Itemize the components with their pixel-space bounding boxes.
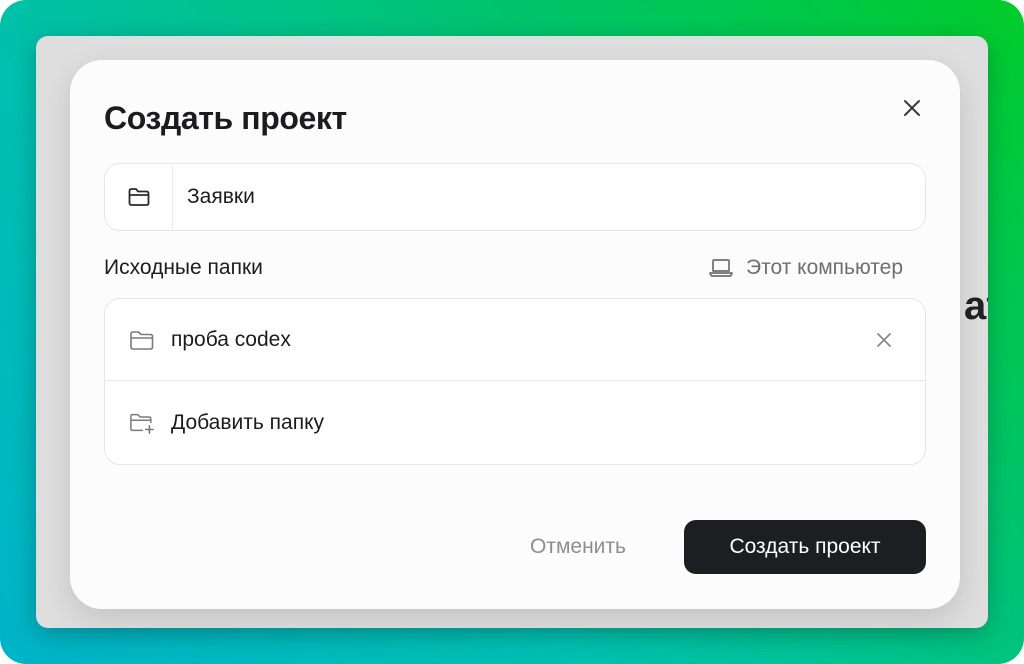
folder-plus-icon <box>130 413 154 435</box>
remove-folder-button[interactable] <box>871 327 897 353</box>
project-name-input[interactable] <box>187 185 887 209</box>
create-project-dialog: Создать проект Исходные папки Этот компь… <box>70 60 960 609</box>
folder-icon-wrap <box>129 329 155 351</box>
folder-icon <box>130 330 154 350</box>
source-folders-list: проба codex Добавить папку <box>104 298 926 465</box>
location-selector[interactable]: Этот компьютер <box>708 256 903 280</box>
list-item: проба codex <box>105 299 925 381</box>
dialog-title: Создать проект <box>104 100 347 136</box>
folder-name: проба codex <box>171 327 291 351</box>
add-folder-label: Добавить папку <box>171 411 324 434</box>
project-folder-icon-cell <box>105 164 173 230</box>
close-icon <box>904 100 920 116</box>
project-name-field[interactable] <box>104 163 926 231</box>
folder-plus-icon-wrap <box>129 411 155 435</box>
cancel-button[interactable]: Отменить <box>508 520 648 574</box>
close-icon <box>877 333 891 347</box>
create-project-button[interactable]: Создать проект <box>684 520 926 574</box>
location-label: Этот компьютер <box>746 256 904 279</box>
add-folder-button[interactable]: Добавить папку <box>105 382 925 464</box>
close-dialog-button[interactable] <box>898 94 926 122</box>
desktop-background: ат Создать проект Исходные папки Этот ко… <box>0 0 1024 664</box>
laptop-icon <box>709 259 733 277</box>
background-heading: ат <box>964 284 988 328</box>
folder-icon <box>128 188 149 206</box>
source-folders-label: Исходные папки <box>104 256 263 279</box>
